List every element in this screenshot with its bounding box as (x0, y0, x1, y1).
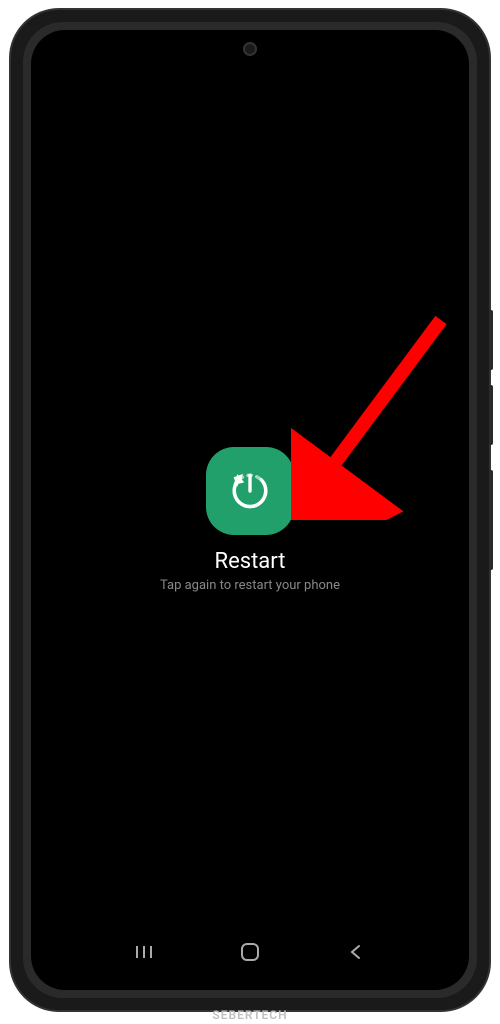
recents-button[interactable] (124, 932, 164, 972)
volume-up-button (489, 310, 493, 370)
phone-device-frame: Restart Tap again to restart your phone (11, 10, 489, 1010)
home-icon (239, 941, 261, 963)
power-button (489, 470, 493, 570)
phone-bezel: Restart Tap again to restart your phone (23, 22, 477, 998)
recents-icon (134, 942, 154, 962)
watermark-text: SEBERTECH (212, 1008, 287, 1022)
restart-label: Restart (215, 549, 286, 574)
restart-button[interactable] (206, 447, 294, 535)
power-menu: Restart Tap again to restart your phone (160, 447, 340, 593)
restart-icon (223, 464, 277, 518)
front-camera (243, 42, 257, 56)
back-button[interactable] (336, 932, 376, 972)
phone-screen: Restart Tap again to restart your phone (31, 30, 469, 990)
home-button[interactable] (230, 932, 270, 972)
navigation-bar (31, 932, 469, 972)
volume-down-button (489, 385, 493, 445)
back-icon (347, 943, 365, 961)
restart-hint: Tap again to restart your phone (160, 578, 340, 593)
